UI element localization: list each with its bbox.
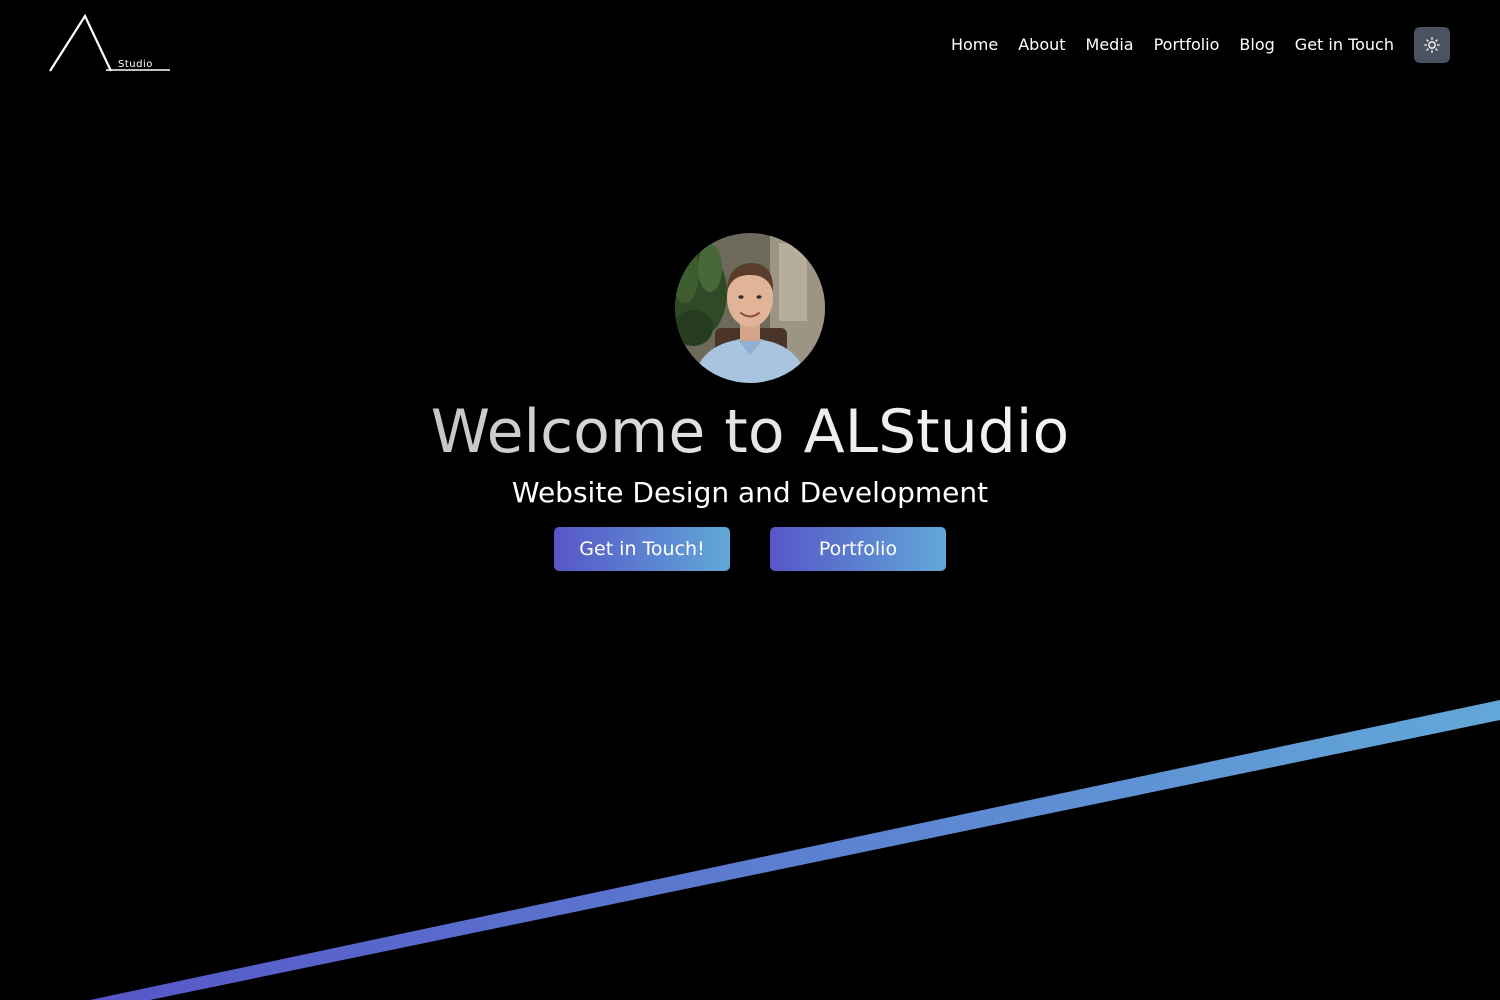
hero-subtitle: Website Design and Development — [511, 476, 989, 509]
nav-media[interactable]: Media — [1086, 27, 1134, 63]
main-nav: Home About Media Portfolio Blog Get in T… — [951, 27, 1450, 63]
logo-sub-text: Studio — [118, 59, 153, 70]
site-logo[interactable]: Studio — [48, 12, 173, 76]
sun-icon — [1424, 37, 1440, 53]
theme-toggle-button[interactable] — [1414, 27, 1450, 63]
hero-title: Welcome to ALStudio — [0, 392, 1500, 472]
nav-portfolio[interactable]: Portfolio — [1154, 27, 1220, 63]
portfolio-button[interactable]: Portfolio — [770, 527, 946, 571]
profile-photo — [675, 233, 825, 383]
nav-home[interactable]: Home — [951, 27, 998, 63]
get-in-touch-button[interactable]: Get in Touch! — [554, 527, 730, 571]
nav-get-in-touch[interactable]: Get in Touch — [1295, 27, 1394, 63]
landing-page: Studio Home About Media Portfolio Blog G… — [0, 0, 1500, 1000]
nav-about[interactable]: About — [1018, 27, 1065, 63]
nav-blog[interactable]: Blog — [1239, 27, 1274, 63]
